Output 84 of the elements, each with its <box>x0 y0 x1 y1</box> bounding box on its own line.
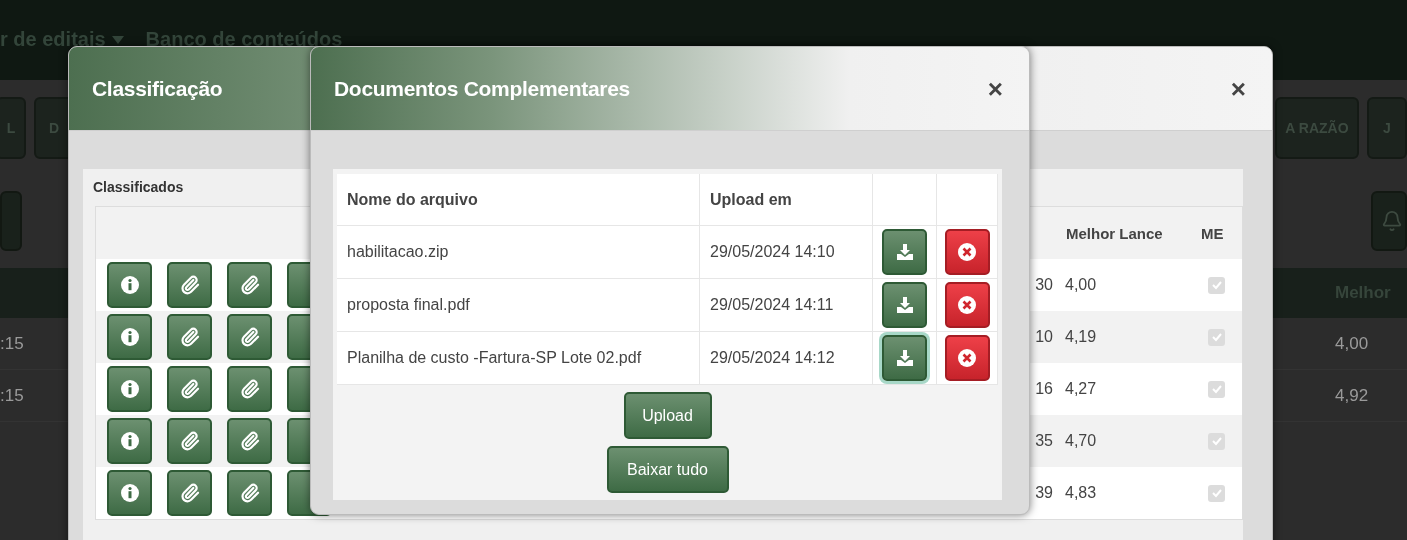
attachment-button[interactable] <box>167 314 212 360</box>
table-cell-text: 4,00 <box>1335 333 1370 354</box>
upload-date: 29/05/2024 14:12 <box>700 332 873 384</box>
paperclip-icon <box>239 483 260 503</box>
bell-icon <box>1381 209 1403 232</box>
column-header: Nome do arquivo <box>337 174 700 225</box>
checkbox[interactable] <box>1208 432 1225 450</box>
attachment-button[interactable] <box>227 470 272 516</box>
upload-date: 29/05/2024 14:10 <box>700 226 873 278</box>
paperclip-icon <box>179 483 200 503</box>
download-button[interactable] <box>882 335 927 381</box>
checkbox[interactable] <box>1208 484 1225 502</box>
table-cell-text: 16 <box>1034 380 1054 398</box>
dialog-title: Documentos Complementares <box>334 76 630 101</box>
attachment-button[interactable] <box>227 314 272 360</box>
check-icon <box>1210 435 1223 447</box>
close-icon <box>957 242 977 262</box>
dialog-title: Classificação <box>92 76 223 101</box>
check-icon <box>1210 279 1223 291</box>
table-cell-text: 4,00 <box>1064 276 1098 294</box>
download-icon <box>894 348 915 368</box>
paperclip-icon <box>179 327 200 347</box>
attachment-button[interactable] <box>227 262 272 308</box>
info-button[interactable] <box>107 418 152 464</box>
close-button[interactable]: × <box>1226 75 1250 102</box>
attachment-button[interactable] <box>167 366 212 412</box>
table-cell: :15 <box>0 333 24 354</box>
paperclip-icon <box>239 327 260 347</box>
checkbox[interactable] <box>1208 276 1225 294</box>
table-cell-text: 4,92 <box>1335 385 1370 406</box>
attachment-button[interactable] <box>167 262 212 308</box>
paperclip-icon <box>179 379 200 399</box>
table-cell-text: 10 <box>1034 328 1054 346</box>
info-icon <box>119 483 140 503</box>
column-header: Upload em <box>700 174 873 225</box>
close-icon <box>957 348 977 368</box>
section-title: Classificados <box>92 178 185 197</box>
upload-date: 29/05/2024 14:11 <box>700 279 873 331</box>
download-all-button[interactable]: Baixar tudo <box>606 446 729 493</box>
paperclip-icon <box>239 379 260 399</box>
table-cell-text: 39 <box>1034 484 1054 502</box>
column-header: Melhor Lance <box>1065 224 1164 242</box>
info-icon <box>119 431 140 451</box>
table-cell-text: 4,19 <box>1064 328 1098 346</box>
table-cell-text: 30 <box>1034 276 1054 294</box>
info-button[interactable] <box>107 366 152 412</box>
table-cell-text: 4,27 <box>1064 380 1098 398</box>
paperclip-icon <box>239 431 260 451</box>
table-cell-text: 4,70 <box>1064 432 1098 450</box>
info-icon <box>119 275 140 295</box>
file-name: Planilha de custo -Fartura-SP Lote 02.pdf <box>337 332 700 384</box>
info-button[interactable] <box>107 470 152 516</box>
info-button[interactable] <box>107 314 152 360</box>
table-cell: :15 <box>0 385 24 406</box>
download-button[interactable] <box>882 229 927 275</box>
delete-button[interactable] <box>944 282 990 328</box>
table-cell-text: 4,83 <box>1064 484 1098 502</box>
checkbox[interactable] <box>1208 380 1225 398</box>
download-icon <box>894 295 915 315</box>
file-name: proposta final.pdf <box>337 279 700 331</box>
column-header: ME <box>1200 224 1225 242</box>
info-icon <box>119 327 140 347</box>
download-icon <box>894 242 915 262</box>
check-icon <box>1210 331 1223 343</box>
file-name: habilitacao.zip <box>337 226 700 278</box>
attachment-button[interactable] <box>227 418 272 464</box>
attachment-button[interactable] <box>167 418 212 464</box>
download-button[interactable] <box>882 282 927 328</box>
upload-button[interactable]: Upload <box>623 392 712 439</box>
delete-button[interactable] <box>944 229 990 275</box>
paperclip-icon <box>179 431 200 451</box>
paperclip-icon <box>179 275 200 295</box>
info-button[interactable] <box>107 262 152 308</box>
check-icon <box>1210 487 1223 499</box>
checkbox[interactable] <box>1208 328 1225 346</box>
paperclip-icon <box>239 275 260 295</box>
close-icon <box>957 295 977 315</box>
attachment-button[interactable] <box>167 470 212 516</box>
close-button[interactable]: × <box>983 75 1007 102</box>
info-icon <box>119 379 140 399</box>
delete-button[interactable] <box>944 335 990 381</box>
attachment-button[interactable] <box>227 366 272 412</box>
check-icon <box>1210 383 1223 395</box>
table-cell-text: 35 <box>1034 432 1054 450</box>
